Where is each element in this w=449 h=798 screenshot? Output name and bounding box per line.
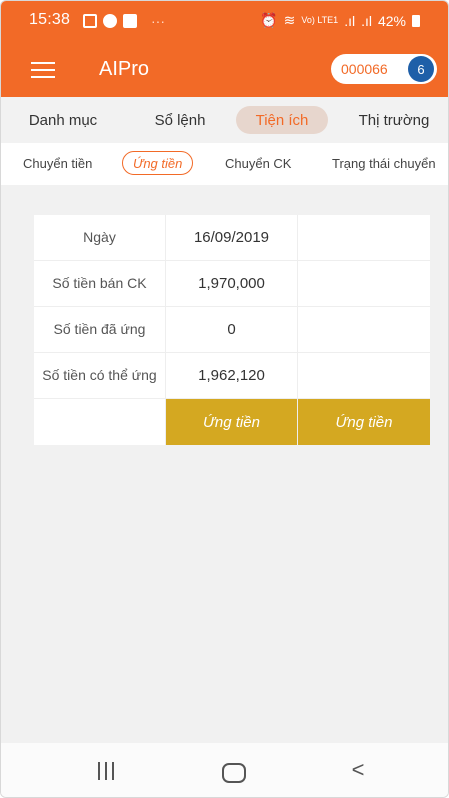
empty-cell — [297, 353, 430, 398]
subtab-chuyen-tien[interactable]: Chuyển tiền — [23, 151, 92, 175]
tab-so-lenh[interactable]: Sổ lệnh — [137, 106, 223, 134]
tab-tien-ich[interactable]: Tiện ích — [236, 106, 328, 134]
system-status-icons: ⏰ ≋ Vo) LTE1 .ıl .ıl 42% — [260, 12, 420, 29]
empty-cell — [34, 399, 165, 445]
skype-notification-icon — [103, 14, 117, 28]
notification-icons: ··· — [83, 13, 165, 29]
table-row: Ngày 16/09/2019 — [34, 215, 430, 261]
recent-apps-icon[interactable] — [91, 759, 121, 783]
app-notification-icon — [123, 14, 137, 28]
phone-screen: 15:38 ··· ⏰ ≋ Vo) LTE1 .ıl .ıl 42% AIPro… — [0, 0, 449, 798]
more-notifications-icon: ··· — [151, 13, 165, 29]
row-label: Số tiền có thể ứng — [34, 353, 165, 398]
subtab-trang-thai-chuyen[interactable]: Trạng thái chuyển — [332, 151, 436, 175]
row-value: 0 — [165, 307, 297, 352]
table-row: Số tiền có thể ứng 1,962,120 — [34, 353, 430, 399]
network-label: Vo) LTE1 — [301, 15, 339, 25]
signal-icon-2: .ıl — [361, 12, 372, 29]
home-icon[interactable] — [217, 759, 247, 783]
battery-icon — [412, 14, 420, 27]
signal-icon: .ıl — [344, 12, 356, 29]
row-value: 16/09/2019 — [165, 215, 297, 260]
account-number: 000066 — [341, 61, 388, 77]
row-value: 1,970,000 — [165, 261, 297, 306]
app-title: AIPro — [99, 58, 150, 80]
back-icon[interactable]: < — [343, 759, 373, 783]
empty-cell — [297, 307, 430, 352]
status-time: 15:38 — [29, 11, 71, 28]
subtab-ung-tien[interactable]: Ứng tiền — [122, 151, 194, 175]
table-row: Số tiền đã ứng 0 — [34, 307, 430, 353]
app-bar: AIPro 000066 6 — [1, 45, 448, 97]
table-row: Số tiền bán CK 1,970,000 — [34, 261, 430, 307]
tab-thi-truong[interactable]: Thị trường — [344, 106, 444, 134]
battery-percent: 42% — [377, 12, 406, 29]
sub-tabs: Chuyển tiền Ứng tiền Chuyển CK Trạng thá… — [1, 143, 448, 185]
advance-button-2[interactable]: Ứng tiền — [297, 399, 430, 445]
wifi-icon: ≋ — [283, 12, 296, 28]
advance-button[interactable]: Ứng tiền — [165, 399, 297, 445]
advance-table: Ngày 16/09/2019 Số tiền bán CK 1,970,000… — [34, 215, 430, 445]
account-badge: 6 — [408, 56, 434, 82]
row-value: 1,962,120 — [165, 353, 297, 398]
status-bar: 15:38 ··· ⏰ ≋ Vo) LTE1 .ıl .ıl 42% — [1, 1, 448, 45]
menu-icon[interactable] — [31, 57, 55, 83]
subtab-chuyen-ck[interactable]: Chuyển CK — [225, 151, 291, 175]
row-label: Ngày — [34, 215, 165, 260]
row-label: Số tiền bán CK — [34, 261, 165, 306]
tab-danh-muc[interactable]: Danh mục — [15, 106, 111, 134]
advance-panel: Ngày 16/09/2019 Số tiền bán CK 1,970,000… — [1, 185, 448, 743]
button-row: Ứng tiền Ứng tiền — [34, 399, 430, 445]
system-nav-bar: < — [1, 743, 448, 797]
empty-cell — [297, 215, 430, 260]
empty-cell — [297, 261, 430, 306]
alarm-icon: ⏰ — [260, 12, 278, 28]
main-tabs: Danh mục Sổ lệnh Tiện ích Thị trường — [1, 97, 448, 143]
row-label: Số tiền đã ứng — [34, 307, 165, 352]
gallery-notification-icon — [83, 14, 97, 28]
account-selector[interactable]: 000066 6 — [331, 54, 437, 84]
